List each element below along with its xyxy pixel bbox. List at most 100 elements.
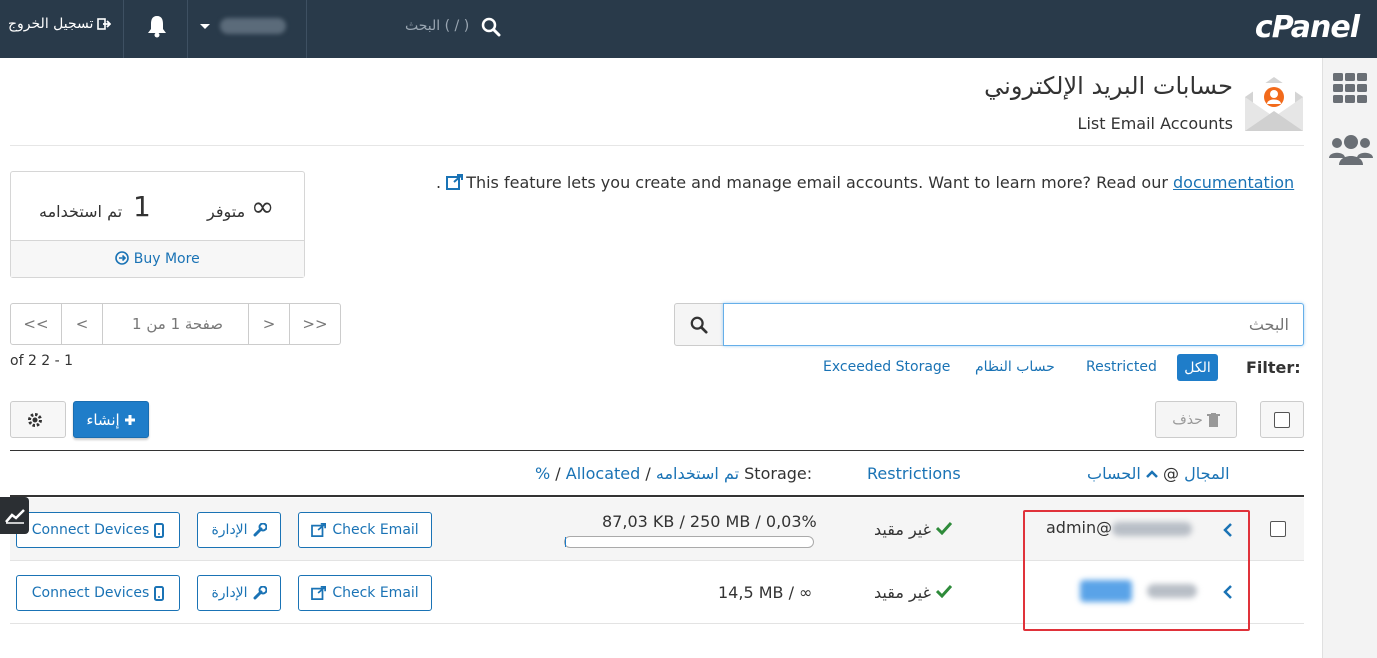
page-subtitle: List Email Accounts	[1077, 114, 1233, 133]
pager-prev-button[interactable]: <	[62, 304, 103, 344]
logout-button[interactable]: تسجيل الخروج	[8, 16, 112, 32]
stats-row: تم استخدامه 1 متوفر ∞	[11, 172, 304, 240]
create-label: إنشاء	[86, 410, 120, 429]
col-at-label: @	[1163, 464, 1180, 483]
restriction-status: غير مقيد	[874, 583, 953, 602]
top-bar: تسجيل الخروج البحث ( / ) cPanel	[0, 0, 1377, 58]
pager-next-button[interactable]: >	[249, 304, 290, 344]
sort-percent[interactable]: %	[535, 464, 550, 483]
check-email-label: Check Email	[332, 522, 419, 538]
arrow-circle-right-icon	[115, 251, 130, 265]
delete-button[interactable]: حذف	[1155, 401, 1237, 438]
topbar-divider	[123, 0, 124, 58]
connect-devices-button[interactable]: Connect Devices	[16, 512, 180, 548]
settings-dropdown-button[interactable]	[10, 401, 66, 438]
documentation-link[interactable]: documentation	[1173, 173, 1294, 192]
check-email-label: Check Email	[332, 585, 419, 601]
sort-used[interactable]: تم استخدامه	[656, 464, 739, 483]
check-icon	[936, 521, 953, 536]
storage-usage: 87,03 KB / 250 MB / 0,03%	[602, 512, 817, 531]
analytics-widget[interactable]	[0, 497, 29, 534]
col-restrictions-header[interactable]: Restrictions	[867, 464, 961, 483]
mobile-icon	[154, 585, 165, 601]
storage-progress-bar	[564, 536, 814, 548]
external-link-icon	[311, 523, 327, 537]
buy-more-label: Buy More	[133, 251, 200, 267]
buy-more-link[interactable]: Buy More	[11, 240, 304, 277]
feature-description: . This feature lets you create and manag…	[436, 173, 1294, 192]
col-storage-header: % / Allocated / تم استخدامه Storage:	[535, 464, 813, 483]
row-checkbox[interactable]	[1270, 521, 1286, 537]
chevron-down-icon	[200, 23, 210, 29]
plus-icon	[124, 414, 135, 425]
email-accounts-icon	[1245, 77, 1303, 131]
wrench-icon	[253, 523, 267, 537]
select-all-checkbox[interactable]	[1260, 401, 1304, 438]
page-title: حسابات البريد الإلكتروني	[984, 72, 1233, 100]
checkbox	[1274, 411, 1290, 428]
topbar-divider	[306, 0, 307, 58]
connect-devices-label: Connect Devices	[31, 585, 150, 601]
user-menu[interactable]	[200, 18, 286, 34]
grid-icon[interactable]	[1332, 72, 1368, 104]
pager-last-button[interactable]: >>	[290, 304, 340, 344]
table-header: المجال @ الحساب Restrictions % / Allocat…	[10, 450, 1304, 497]
check-icon	[936, 584, 953, 599]
storage-progress-fill	[565, 537, 566, 547]
manage-label: الإدارة	[211, 522, 248, 538]
connect-devices-label: Connect Devices	[31, 522, 150, 538]
logout-label: تسجيل الخروج	[8, 16, 94, 32]
account-stats-box: تم استخدامه 1 متوفر ∞ Buy More	[10, 171, 305, 278]
highlight-box	[1023, 510, 1250, 631]
storage-usage: 14,5 MB / ∞	[718, 583, 813, 602]
pager-info: of 2 2 - 1	[10, 353, 74, 369]
restriction-label: غير مقيد	[874, 583, 931, 602]
wrench-icon	[253, 586, 267, 600]
delete-label: حذف	[1172, 411, 1203, 428]
manage-button[interactable]: الإدارة	[197, 512, 281, 548]
sort-allocated[interactable]: Allocated	[566, 464, 641, 483]
pager-page-label: صفحة 1 من 1	[132, 315, 223, 333]
filter-label: Filter:	[1246, 358, 1301, 377]
pager-page-select[interactable]: صفحة 1 من 1	[103, 304, 249, 344]
check-email-button[interactable]: Check Email	[298, 512, 432, 548]
pagination: << < صفحة 1 من 1 > >>	[10, 303, 341, 345]
manage-button[interactable]: الإدارة	[197, 575, 281, 611]
intro-text: This feature lets you create and manage …	[466, 173, 1174, 192]
search-button[interactable]	[674, 303, 724, 346]
chevron-up-icon	[1146, 470, 1158, 478]
bell-icon[interactable]	[146, 14, 168, 38]
available-count: ∞	[251, 190, 275, 223]
create-button[interactable]: إنشاء	[73, 401, 149, 438]
used-label: تم استخدامه	[39, 202, 123, 221]
trend-chart-icon	[4, 508, 25, 524]
check-email-button[interactable]: Check Email	[298, 575, 432, 611]
filter-all-button[interactable]: الكل	[1177, 354, 1218, 381]
col-domain-label: المجال	[1184, 464, 1230, 483]
filter-exceeded-storage-link[interactable]: Exceeded Storage	[823, 359, 950, 375]
cpanel-logo[interactable]: cPanel	[1255, 10, 1360, 45]
logout-icon	[97, 18, 112, 30]
external-link-icon	[311, 586, 327, 600]
filter-restricted-link[interactable]: Restricted	[1086, 359, 1157, 375]
mobile-icon	[154, 522, 165, 538]
connect-devices-button[interactable]: Connect Devices	[16, 575, 180, 611]
global-search-input[interactable]: البحث ( / )	[405, 18, 469, 34]
external-link-icon	[446, 174, 464, 190]
sort-account-domain[interactable]: المجال @ الحساب	[1087, 464, 1230, 483]
trash-icon	[1206, 412, 1220, 427]
gear-icon	[28, 412, 42, 427]
used-count: 1	[133, 190, 151, 223]
restriction-status: غير مقيد	[874, 520, 953, 539]
search-icon[interactable]	[481, 17, 501, 37]
users-icon[interactable]	[1328, 134, 1374, 166]
right-sidebar	[1322, 58, 1377, 658]
filter-system-account-link[interactable]: حساب النظام	[975, 359, 1055, 375]
available-label: متوفر	[207, 202, 246, 221]
pager-first-button[interactable]: <<	[11, 304, 62, 344]
restriction-label: غير مقيد	[874, 520, 931, 539]
manage-label: الإدارة	[211, 585, 248, 601]
search-input[interactable]	[723, 303, 1304, 346]
intro-suffix: .	[436, 173, 442, 192]
topbar-divider	[187, 0, 188, 58]
